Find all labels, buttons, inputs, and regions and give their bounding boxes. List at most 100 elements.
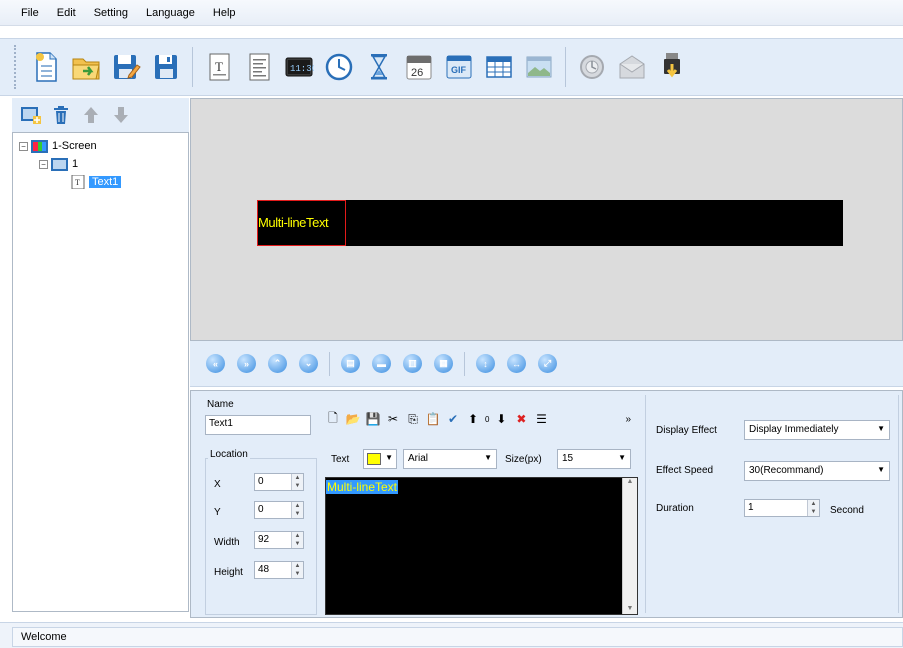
tree-screen-label: 1-Screen — [52, 140, 97, 152]
chevron-down-icon: ▼ — [618, 453, 626, 462]
tree-node-text[interactable]: T Text1 — [19, 173, 182, 191]
text-area-element[interactable]: Multi-lineText — [257, 200, 346, 246]
effect-speed-select[interactable]: 30(Recommand) ▼ — [744, 461, 890, 481]
spinner-arrows-icon[interactable]: ▲ ▼ — [291, 474, 303, 490]
menu-file[interactable]: File — [12, 7, 48, 19]
align-top-icon[interactable]: ▥ — [403, 354, 422, 373]
height-spinner[interactable]: 48 ▲ ▼ — [254, 561, 304, 579]
arrow-up-icon[interactable]: ⬆ — [465, 412, 481, 426]
text-color-picker[interactable]: ▼ — [363, 449, 397, 469]
tree-node-screen[interactable]: − 1-Screen — [19, 137, 182, 155]
duration-spinner[interactable]: 1 ▲ ▼ — [744, 499, 820, 517]
settings-icon[interactable] — [575, 47, 609, 87]
spinner-arrows-icon[interactable]: ▲ ▼ — [291, 562, 303, 578]
save-icon[interactable] — [149, 47, 183, 87]
paragraph-icon[interactable]: ☰ — [533, 412, 549, 426]
save-file-icon[interactable]: 💾 — [365, 412, 381, 426]
main-toolbar: T 11:30 26 GIF — [0, 38, 903, 96]
text-editor[interactable]: Multi-lineText ▲ ▼ — [325, 477, 638, 615]
preview-canvas[interactable]: Multi-lineText — [190, 98, 903, 341]
spinner-arrows-icon[interactable]: ▲ ▼ — [291, 502, 303, 518]
calendar-icon[interactable]: 26 — [402, 47, 436, 87]
menu-setting[interactable]: Setting — [85, 7, 137, 19]
open-folder-icon[interactable] — [69, 47, 103, 87]
spinner-arrows-icon[interactable]: ▲ ▼ — [807, 500, 819, 516]
led-screen[interactable]: Multi-lineText — [257, 200, 843, 246]
collapse-icon[interactable]: − — [39, 159, 48, 169]
cut-icon[interactable]: ✂ — [385, 412, 401, 426]
text-icon[interactable]: T — [202, 47, 236, 87]
collapse-icon[interactable]: − — [19, 141, 28, 151]
align-bottom-icon[interactable]: ▦ — [434, 354, 453, 373]
y-spinner[interactable]: 0 ▲ ▼ — [254, 501, 304, 519]
x-spinner[interactable]: 0 ▲ ▼ — [254, 473, 304, 491]
name-field[interactable]: Text1 — [205, 415, 311, 435]
menu-edit[interactable]: Edit — [48, 7, 85, 19]
fit-width-icon[interactable]: ↔ — [507, 354, 526, 373]
delete-x-icon[interactable]: ✖ — [513, 412, 529, 426]
location-label: Location — [208, 449, 250, 460]
check-icon[interactable]: ✔ — [445, 412, 461, 426]
move-up-icon[interactable] — [80, 104, 102, 126]
arrow-down-icon[interactable]: ⬇ — [493, 412, 509, 426]
new-program-icon[interactable] — [29, 47, 63, 87]
multiline-text-icon[interactable] — [242, 47, 276, 87]
size-value: 15 — [562, 453, 574, 464]
tree-node-program[interactable]: − 1 — [19, 155, 182, 173]
analog-clock-icon[interactable] — [322, 47, 356, 87]
copy-icon[interactable]: ⎘ — [405, 412, 421, 427]
program-tree: − 1-Screen − 1 T Text1 — [12, 132, 189, 612]
name-label: Name — [207, 399, 234, 410]
toolbar-grip[interactable] — [14, 45, 18, 89]
spinner-arrows-icon[interactable]: ▲ ▼ — [291, 532, 303, 548]
preview-text: Multi-lineText — [258, 215, 329, 230]
paste-icon[interactable]: 📋 — [425, 412, 441, 426]
align-center-icon[interactable]: ▬ — [372, 354, 391, 373]
svg-text:T: T — [75, 178, 80, 187]
gif-icon[interactable]: GIF — [442, 47, 476, 87]
tree-toolbar — [12, 98, 189, 132]
width-spinner[interactable]: 92 ▲ ▼ — [254, 531, 304, 549]
effects-panel: Display Effect Display Immediately ▼ Effe… — [645, 395, 899, 613]
save-as-icon[interactable] — [109, 47, 143, 87]
counter: 0 — [485, 414, 490, 424]
move-down-icon[interactable] — [110, 104, 132, 126]
size-select[interactable]: 15 ▼ — [557, 449, 631, 469]
svg-text:T: T — [215, 59, 223, 74]
open-file-icon[interactable]: 📂 — [345, 412, 361, 426]
align-bottom-edge-icon[interactable]: ⌄ — [299, 354, 318, 373]
new-file-icon[interactable]: 🗋 — [325, 409, 341, 430]
more-tools-button[interactable]: » — [625, 414, 631, 425]
text-editor-panel: 🗋 📂 💾 ✂ ⎘ 📋 ✔ ⬆ 0 ⬇ ✖ ☰ » Text ▼ Arial ▼ … — [321, 395, 638, 615]
table-icon[interactable] — [482, 47, 516, 87]
delete-icon[interactable] — [50, 104, 72, 126]
display-effect-select[interactable]: Display Immediately ▼ — [744, 420, 890, 440]
text-item-icon: T — [71, 175, 85, 189]
font-select[interactable]: Arial ▼ — [403, 449, 497, 469]
align-right-edge-icon[interactable]: » — [237, 354, 256, 373]
fit-height-icon[interactable]: ↕ — [476, 354, 495, 373]
effect-speed-value: 30(Recommand) — [749, 465, 824, 476]
menu-language[interactable]: Language — [137, 7, 204, 19]
editor-scrollbar[interactable]: ▲ ▼ — [622, 478, 637, 614]
svg-text:26: 26 — [411, 67, 423, 79]
fit-screen-icon[interactable]: ⤢ — [538, 354, 557, 373]
align-left-icon[interactable]: ▤ — [341, 354, 360, 373]
color-swatch — [367, 453, 381, 465]
menu-help[interactable]: Help — [204, 7, 245, 19]
send-icon[interactable] — [615, 47, 649, 87]
y-value: 0 — [258, 504, 264, 515]
editor-toolbar: 🗋 📂 💾 ✂ ⎘ 📋 ✔ ⬆ 0 ⬇ ✖ ☰ » — [321, 407, 631, 431]
menu-bar: File Edit Setting Language Help — [0, 0, 903, 26]
align-top-edge-icon[interactable]: ⌃ — [268, 354, 287, 373]
align-left-edge-icon[interactable]: « — [206, 354, 225, 373]
add-program-icon[interactable] — [20, 104, 42, 126]
duration-value: 1 — [748, 502, 754, 513]
chevron-down-icon: ▼ — [877, 424, 885, 433]
image-icon[interactable] — [522, 47, 556, 87]
height-label: Height — [214, 567, 243, 578]
usb-export-icon[interactable] — [655, 47, 689, 87]
digital-clock-icon[interactable]: 11:30 — [282, 47, 316, 87]
timer-icon[interactable] — [362, 47, 396, 87]
display-effect-label: Display Effect — [656, 425, 717, 436]
